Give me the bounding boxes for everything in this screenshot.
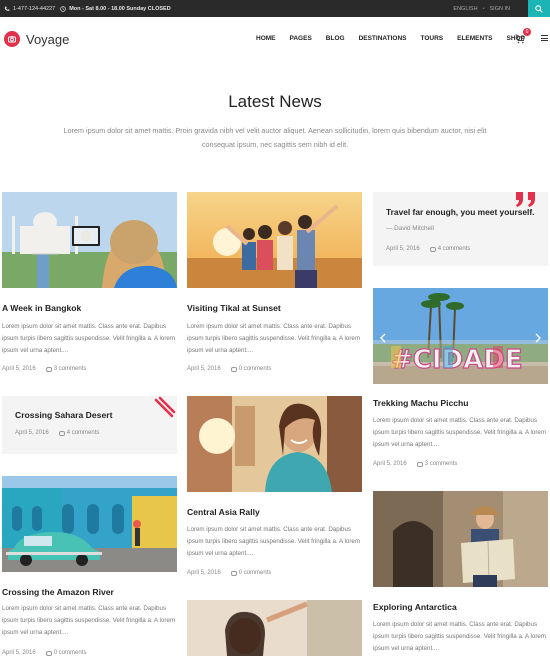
clock-icon xyxy=(60,5,66,12)
quote-icon xyxy=(516,192,535,207)
sign-in-link[interactable]: SIGN IN xyxy=(490,6,510,12)
chevron-right-icon xyxy=(535,333,541,343)
slider-next-arrow[interactable] xyxy=(534,330,542,343)
post-meta: April 5, 2016 0 comments xyxy=(2,650,86,656)
quote-text[interactable]: Travel far enough, you meet yourself. xyxy=(386,207,534,217)
post-title[interactable]: Trekking Machu Picchu xyxy=(373,398,469,408)
comment-icon xyxy=(429,246,436,252)
search-button[interactable] xyxy=(528,0,550,17)
post-excerpt: Lorem ipsum dolor sit amet mattis. Class… xyxy=(2,323,175,354)
main-nav: HOME PAGES BLOG DESTINATIONS TOURS ELEME… xyxy=(256,35,525,42)
tikal-post-image[interactable] xyxy=(187,192,362,288)
comment-icon xyxy=(416,461,423,467)
comment-count[interactable]: 0 comments xyxy=(54,650,87,656)
machu-picchu-post-slider[interactable]: #CIDADE xyxy=(373,288,548,384)
nav-pages[interactable]: PAGES xyxy=(290,35,312,42)
comment-count[interactable]: 4 comments xyxy=(67,430,100,436)
comment-count[interactable]: 3 comments xyxy=(54,366,87,372)
post-meta: April 5, 2016 0 comments xyxy=(187,366,271,372)
phone-icon xyxy=(4,6,10,11)
amazon-post-image[interactable] xyxy=(2,476,177,572)
post-date[interactable]: April 5, 2016 xyxy=(2,366,36,372)
post-date[interactable]: April 5, 2016 xyxy=(15,430,49,436)
post-meta: April 5, 2016 3 comments xyxy=(373,461,457,467)
quote-author: — David Mitchell xyxy=(386,225,434,232)
post-excerpt: Lorem ipsum dolor sit amet mattis. Class… xyxy=(373,417,546,448)
comment-icon xyxy=(45,650,52,656)
post-title[interactable]: Crossing Sahara Desert xyxy=(15,410,112,420)
post-image[interactable] xyxy=(187,600,362,656)
phone-number: 1-477-124-44227 xyxy=(13,5,56,12)
post-meta: April 5, 2016 4 comments xyxy=(386,246,470,252)
nav-destinations[interactable]: DESTINATIONS xyxy=(359,35,407,42)
post-date[interactable]: April 5, 2016 xyxy=(373,461,407,467)
quote-post[interactable]: Travel far enough, you meet yourself. — … xyxy=(373,192,548,266)
nav-tours[interactable]: TOURS xyxy=(420,35,443,42)
logo[interactable]: Voyage xyxy=(4,31,69,47)
search-icon xyxy=(535,4,543,13)
post-excerpt: Lorem ipsum dolor sit amet mattis. Class… xyxy=(187,323,360,354)
comment-icon xyxy=(45,366,52,372)
bangkok-post-image[interactable] xyxy=(2,192,177,288)
opening-hours: Mon - Sat 8.00 - 18.00 Sunday CLOSED xyxy=(69,5,171,12)
link-icon xyxy=(154,396,176,418)
comment-count[interactable]: 0 comments xyxy=(239,366,272,372)
comment-count[interactable]: 4 comments xyxy=(438,246,471,252)
post-title[interactable]: Visiting Tikal at Sunset xyxy=(187,303,281,313)
hamburger-menu-icon[interactable] xyxy=(541,35,548,41)
post-title[interactable]: Crossing the Amazon River xyxy=(2,587,114,597)
central-asia-post-image[interactable] xyxy=(187,396,362,492)
section-intro: Lorem ipsum dolor sit amet mattis. Proin… xyxy=(63,126,487,149)
post-meta: April 5, 2016 0 comments xyxy=(187,570,271,576)
slider-prev-arrow[interactable] xyxy=(379,330,387,343)
language-switcher[interactable]: ENGLISH xyxy=(453,6,477,12)
antarctica-post-image[interactable] xyxy=(373,491,548,587)
post-meta: April 5, 2016 4 comments xyxy=(15,430,99,436)
logo-text: Voyage xyxy=(26,31,70,47)
nav-elements[interactable]: ELEMENTS xyxy=(457,35,492,42)
post-excerpt: Lorem ipsum dolor sit amet mattis. Class… xyxy=(2,605,175,636)
post-meta: April 5, 2016 3 comments xyxy=(2,366,86,372)
post-date[interactable]: April 5, 2016 xyxy=(187,570,221,576)
nav-blog[interactable]: BLOG xyxy=(326,35,345,42)
post-date[interactable]: April 5, 2016 xyxy=(2,650,36,656)
separator-dot: • xyxy=(482,5,485,12)
comment-icon xyxy=(58,430,65,436)
cart-icon xyxy=(515,34,525,44)
nav-home[interactable]: HOME xyxy=(256,35,276,42)
post-date[interactable]: April 5, 2016 xyxy=(386,246,420,252)
comment-count[interactable]: 3 comments xyxy=(425,461,458,467)
site-header: Voyage HOME PAGES BLOG DESTINATIONS TOUR… xyxy=(0,17,550,61)
post-title[interactable]: A Week in Bangkok xyxy=(2,303,81,313)
post-date[interactable]: April 5, 2016 xyxy=(187,366,221,372)
page-title: Latest News xyxy=(228,92,322,111)
camera-logo-icon xyxy=(4,31,20,47)
comment-icon xyxy=(230,366,237,372)
post-title[interactable]: Central Asia Rally xyxy=(187,507,260,517)
cart-count-badge: 0 xyxy=(523,28,531,36)
comment-icon xyxy=(230,570,237,576)
sahara-link-post[interactable]: Crossing Sahara Desert April 5, 2016 4 c… xyxy=(2,396,177,454)
comment-count[interactable]: 0 comments xyxy=(239,570,272,576)
chevron-left-icon xyxy=(380,333,386,343)
post-title[interactable]: Exploring Antarctica xyxy=(373,602,457,612)
post-excerpt: Lorem ipsum dolor sit amet mattis. Class… xyxy=(187,526,360,557)
post-excerpt: Lorem ipsum dolor sit amet mattis. Class… xyxy=(373,621,546,652)
top-bar: 1-477-124-44227 Mon - Sat 8.00 - 18.00 S… xyxy=(0,0,550,17)
contact-info: 1-477-124-44227 Mon - Sat 8.00 - 18.00 S… xyxy=(4,0,171,17)
cart-button[interactable]: 0 xyxy=(515,28,531,46)
